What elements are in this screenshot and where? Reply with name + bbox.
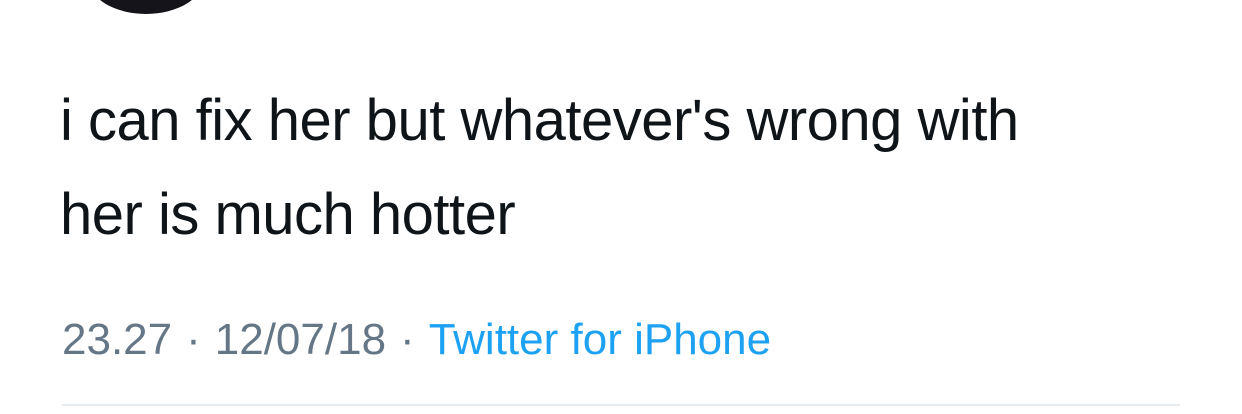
- tweet-time[interactable]: 23.27: [62, 315, 172, 364]
- meta-separator: ·: [186, 315, 201, 364]
- divider: [62, 404, 1180, 406]
- meta-separator: ·: [400, 315, 415, 364]
- tweet-detail: i can fix her but whatever's wrong with …: [0, 0, 1242, 414]
- avatar[interactable]: [88, 0, 204, 14]
- tweet-source-link[interactable]: Twitter for iPhone: [429, 315, 771, 364]
- tweet-text-line-2: her is much hotter: [60, 182, 516, 247]
- tweet-metadata: 23.27 · 12/07/18 · Twitter for iPhone: [62, 314, 771, 366]
- tweet-text: i can fix her but whatever's wrong with …: [60, 74, 1210, 262]
- tweet-text-line-1: i can fix her but whatever's wrong with: [60, 88, 1019, 153]
- tweet-date[interactable]: 12/07/18: [215, 315, 386, 364]
